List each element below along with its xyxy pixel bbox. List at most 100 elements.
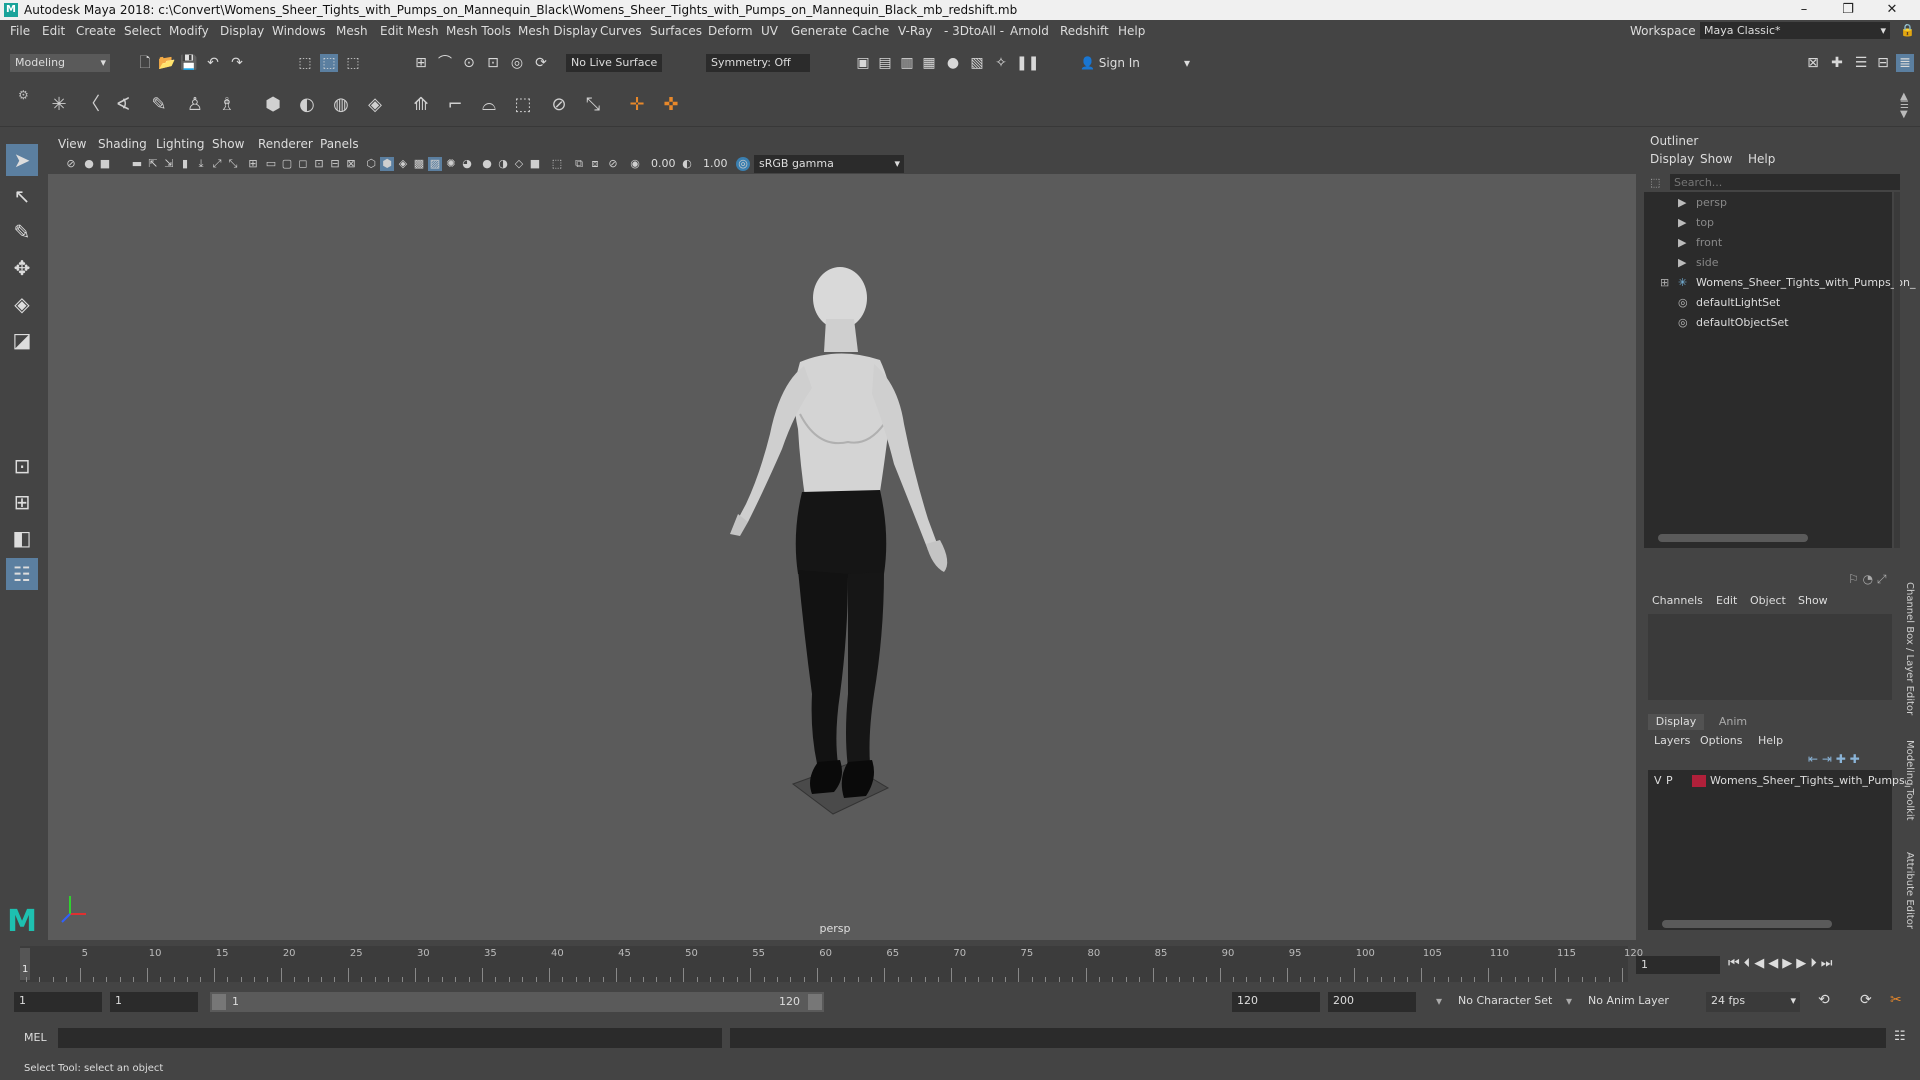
channels-menu-show[interactable]: Show xyxy=(1798,594,1828,607)
gamma-field[interactable]: 1.00 xyxy=(698,155,732,173)
render-settings-icon[interactable]: ▦ xyxy=(920,54,938,72)
snap-curve-icon[interactable]: ⌒ xyxy=(436,54,454,72)
go-to-start-icon[interactable]: ⏮ xyxy=(1728,956,1744,971)
range-slider-end-handle[interactable] xyxy=(808,994,822,1010)
layer-playback-toggle[interactable]: P xyxy=(1666,774,1673,787)
scale-tool-icon[interactable]: ◪ xyxy=(6,324,38,356)
offset-edge-loop-icon[interactable]: ✜ xyxy=(658,92,684,118)
menu-file[interactable]: File xyxy=(10,24,30,38)
step-forward-key-icon[interactable]: ⏵ xyxy=(1810,956,1821,971)
bookmark-icon[interactable]: ■ xyxy=(98,157,112,171)
redo-icon[interactable]: ↷ xyxy=(228,54,246,72)
select-hierarchy-icon[interactable]: ⬚ xyxy=(296,54,314,72)
channel-box-tools-icon[interactable]: ⚐ ◔ ⤢ xyxy=(1848,572,1886,587)
outliner-item-default-light-set[interactable]: ◎ defaultLightSet xyxy=(1678,296,1780,309)
snap-point-icon[interactable]: ⊙ xyxy=(460,54,478,72)
hypershade-icon[interactable]: ● xyxy=(944,54,962,72)
menu-windows[interactable]: Windows xyxy=(272,24,326,38)
vp-menu-view[interactable]: View xyxy=(58,137,86,151)
snap-surface-icon[interactable]: ◎ xyxy=(508,54,526,72)
insert-edge-loop-icon[interactable]: ✛ xyxy=(624,92,650,118)
outliner-item-front[interactable]: ▶ front xyxy=(1678,236,1722,249)
bezier-icon[interactable]: ✎ xyxy=(146,92,172,118)
render-view-icon[interactable]: ▣ xyxy=(854,54,872,72)
snap-view-icon[interactable]: ⊡ xyxy=(484,54,502,72)
layer-tab-anim[interactable]: Anim xyxy=(1708,714,1758,730)
cylinder-poly-icon[interactable]: ◍ xyxy=(328,92,354,118)
layer-buttons-icon[interactable]: ⇤ ⇥ ✚ ✚ xyxy=(1808,752,1860,766)
curve-ep-icon[interactable]: 〈 xyxy=(78,92,104,118)
outliner-search-input[interactable] xyxy=(1670,174,1900,190)
menu-mesh[interactable]: Mesh xyxy=(336,24,368,38)
gate-mask-icon[interactable]: ◻ xyxy=(296,157,310,171)
layer-name[interactable]: Womens_Sheer_Tights_with_Pumps_ xyxy=(1710,774,1910,787)
wireframe-icon[interactable]: ⬡ xyxy=(364,157,378,171)
gamma-icon[interactable]: ◐ xyxy=(680,157,694,171)
camera-attributes-icon[interactable]: ● xyxy=(82,157,96,171)
isolate-select-icon[interactable]: ⬚ xyxy=(550,157,564,171)
outliner-layout-icon[interactable]: ☷ xyxy=(6,558,38,590)
vp-menu-lighting[interactable]: Lighting xyxy=(156,137,205,151)
step-back-frame-icon[interactable]: ◀ xyxy=(1754,956,1768,971)
rotate-tool-icon[interactable]: ◈ xyxy=(6,288,38,320)
lasso-tool-icon[interactable]: ↖ xyxy=(6,180,38,212)
layers-menu-help[interactable]: Help xyxy=(1758,734,1783,747)
layer-row[interactable]: V P Womens_Sheer_Tights_with_Pumps_ xyxy=(1648,772,1910,790)
command-input[interactable] xyxy=(58,1028,722,1048)
side-tab-modeling-toolkit[interactable]: Modeling Toolkit xyxy=(1904,740,1915,821)
color-management-icon[interactable]: ◎ xyxy=(736,157,750,171)
snap-settings-icon[interactable]: ⟳ xyxy=(532,54,550,72)
layer-visibility-toggle[interactable]: V xyxy=(1654,774,1662,787)
textured-icon[interactable]: ▩ xyxy=(412,157,426,171)
xray-components-icon[interactable]: ⧉ xyxy=(572,157,586,171)
channel-box-icon[interactable]: ≣ xyxy=(1896,54,1914,72)
camera-select-icon[interactable]: ⊘ xyxy=(64,157,78,171)
animation-prefs-icon[interactable]: ✂ xyxy=(1890,992,1902,1008)
outliner-menu-show[interactable]: Show xyxy=(1700,152,1732,166)
channels-menu-object[interactable]: Object xyxy=(1750,594,1786,607)
xray-joints-icon[interactable]: ■ xyxy=(528,157,542,171)
two-view-icon[interactable]: ◧ xyxy=(6,522,38,554)
snap-grid-icon[interactable]: ⊞ xyxy=(412,54,430,72)
vp-menu-show[interactable]: Show xyxy=(212,137,244,151)
outliner-item-top[interactable]: ▶ top xyxy=(1678,216,1714,229)
field-chart-icon[interactable]: ⊡ xyxy=(312,157,326,171)
menu-3dtoall[interactable]: - 3DtoAll - xyxy=(944,24,1004,38)
pencil-curve-icon[interactable]: ∢ xyxy=(110,92,136,118)
live-surface-field[interactable]: No Live Surface xyxy=(566,54,662,72)
safe-title-icon[interactable]: ⊠ xyxy=(344,157,358,171)
step-forward-frame-icon[interactable]: ▶ xyxy=(1796,956,1810,971)
select-component-icon[interactable]: ⬚ xyxy=(344,54,362,72)
range-slider[interactable]: 1 120 xyxy=(210,992,824,1012)
smooth-shade-icon[interactable]: ⬢ xyxy=(380,157,394,171)
menu-edit[interactable]: Edit xyxy=(42,24,65,38)
open-scene-icon[interactable]: 📂 xyxy=(158,54,176,72)
joint-icon[interactable]: ♗ xyxy=(214,92,240,118)
extrude-icon[interactable]: ⟰ xyxy=(408,92,434,118)
auto-key-icon[interactable]: ⟳ xyxy=(1860,992,1872,1008)
menu-edit-mesh[interactable]: Edit Mesh xyxy=(380,24,439,38)
anim-layer-select[interactable]: No Anim Layer xyxy=(1588,994,1669,1007)
menu-display[interactable]: Display xyxy=(220,24,264,38)
use-all-lights-icon[interactable]: ▨ xyxy=(428,157,442,171)
search-filter-icon[interactable]: ⬚ xyxy=(1650,176,1666,190)
bridge-icon[interactable]: ⌓ xyxy=(476,92,502,118)
menu-deform[interactable]: Deform xyxy=(708,24,753,38)
playback-controls[interactable]: ⏮⏴◀◀▶▶⏵⏭ xyxy=(1728,956,1836,971)
light-editor-icon[interactable]: ✧ xyxy=(992,54,1010,72)
pause-render-icon[interactable]: ❚❚ xyxy=(1016,54,1039,72)
tool-settings-icon[interactable]: ⊟ xyxy=(1874,54,1892,72)
outliner-item-womens-sheer-tights[interactable]: ⊞ ✳ Womens_Sheer_Tights_with_Pumps_on_ xyxy=(1660,276,1915,289)
minimize-button[interactable]: – xyxy=(1784,0,1824,20)
close-button[interactable]: ✕ xyxy=(1872,0,1912,20)
maximize-button[interactable]: ❐ xyxy=(1828,0,1868,20)
sign-in-button[interactable]: 👤 Sign In ▾ xyxy=(1080,54,1200,72)
new-scene-icon[interactable]: 🗋 xyxy=(136,54,154,72)
character-set-select[interactable]: No Character Set xyxy=(1458,994,1552,1007)
play-backwards-icon[interactable]: ◀ xyxy=(1768,956,1782,971)
outliner-v-scrollbar[interactable] xyxy=(1894,192,1900,548)
hud-toggle-icon[interactable]: ⊘ xyxy=(606,157,620,171)
playback-start-field[interactable]: 1 xyxy=(110,992,198,1012)
grid-toggle-icon[interactable]: ⊞ xyxy=(246,157,260,171)
outliner-h-scrollbar[interactable] xyxy=(1658,534,1808,542)
